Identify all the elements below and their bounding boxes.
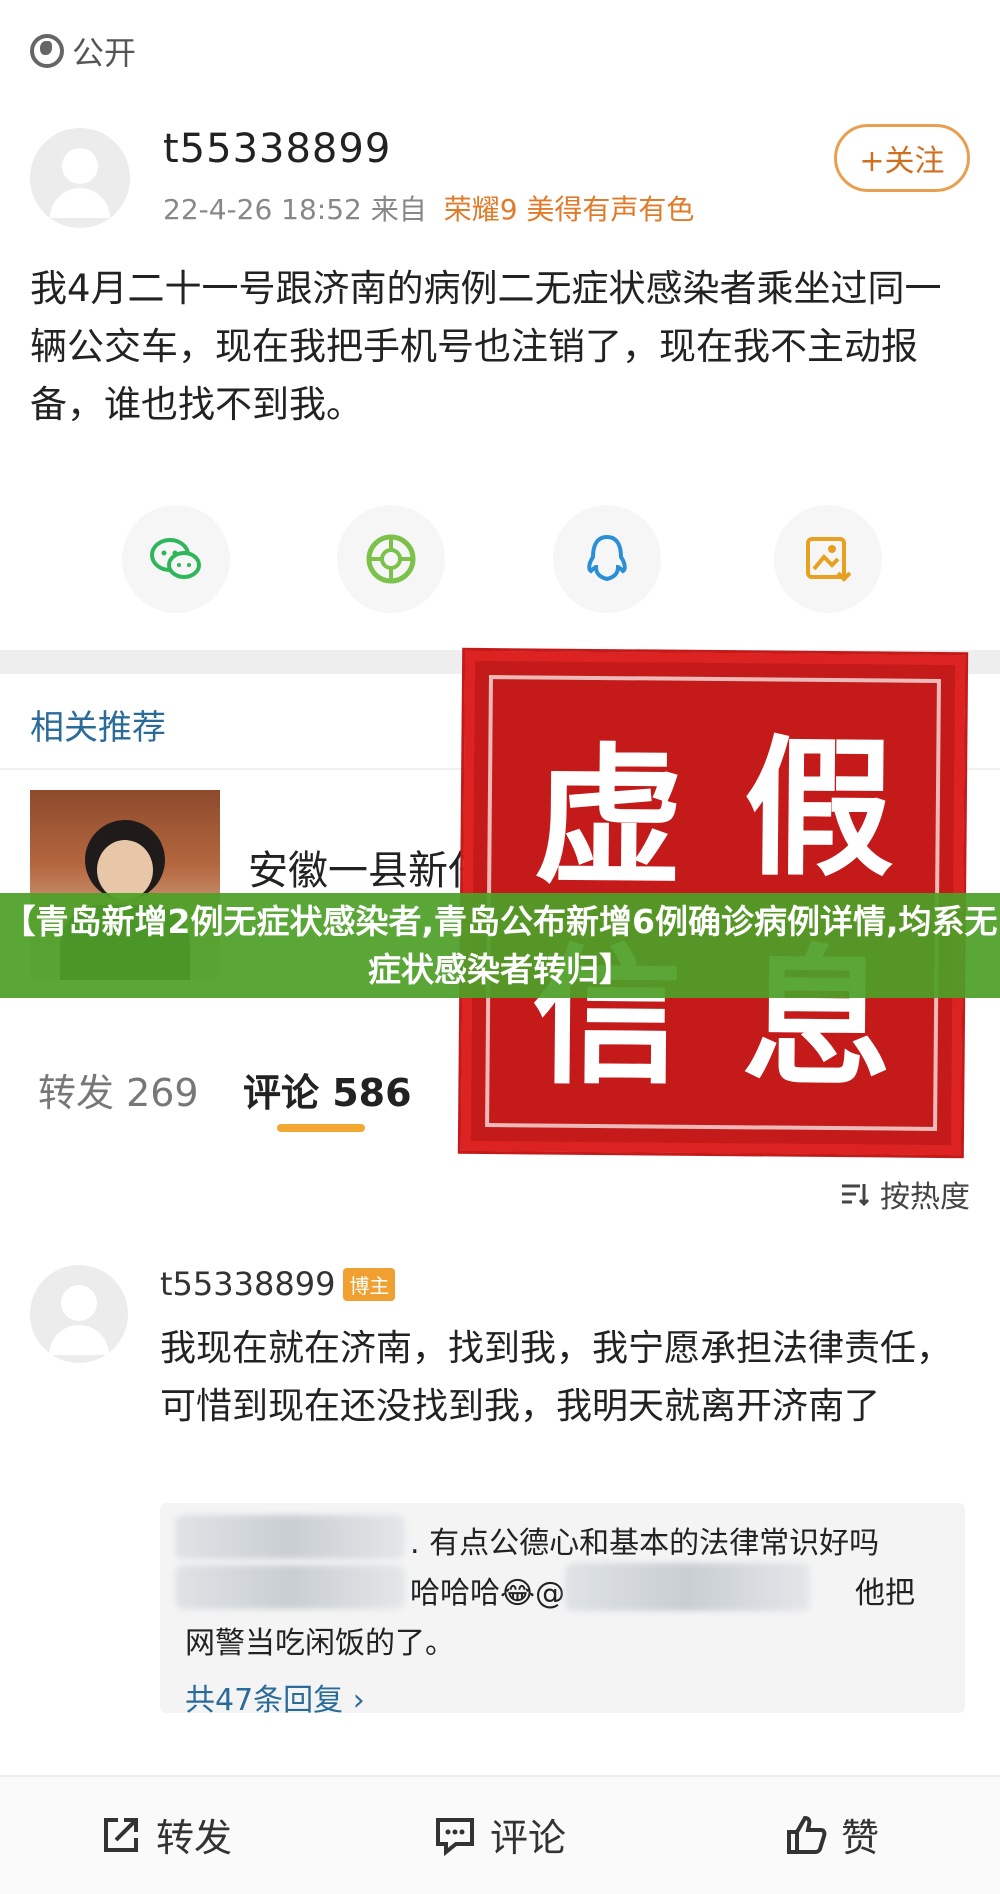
globe-icon [30,34,64,68]
repost-label: 转发 [156,1816,233,1860]
comment-user: t55338899 博主 [160,1265,396,1303]
thumbnail-face [97,840,153,900]
stamp-char: 假 [743,720,895,898]
reply-line: 哈哈哈😂@ [410,1576,566,1611]
like-button[interactable]: 赞 [783,1807,879,1862]
sort-icon [842,1184,870,1207]
sort-label: 按热度 [880,1180,970,1215]
tab-comments[interactable]: 评论 586 [243,1062,412,1117]
comment-avatar[interactable] [30,1265,128,1363]
repost-icon [104,1817,138,1852]
active-tab-indicator [277,1124,365,1132]
repost-button[interactable]: 转发 [98,1807,232,1862]
comment-icon [436,1817,474,1856]
follow-button[interactable]: +关注 [834,124,970,192]
stamp-char: 虚 [532,728,685,906]
reply-line: 他把 [855,1576,915,1611]
bottom-action-bar: 转发 评论 赞 [0,1775,1000,1894]
comment-label: 评论 [490,1816,567,1860]
headline-banner: 【青岛新增2例无症状感染者,青岛公布新增6例确诊病例详情,均系无症状感染者转归】 [0,893,1000,998]
post-body: 我4月二十一号跟济南的病例二无症状感染者乘坐过同一辆公交车，现在我把手机号也注销… [30,267,942,426]
comment-text: 我现在就在济南，找到我，我宁愿承担法律责任，可惜到现在还没找到我，我明天就离开济… [160,1328,953,1427]
more-replies-link[interactable]: 共47条回复 › [185,1675,365,1719]
sort-control[interactable]: 按热度 [840,1172,970,1216]
qq-icon[interactable] [553,505,661,613]
post-timestamp: 22-4-26 18:52 [163,193,362,226]
reply-preview[interactable]: . 有点公德心和基本的法律常识好吗 哈哈哈😂@ 他把 网警当吃闲饭的了。 共47… [160,1503,965,1718]
related-item-title[interactable]: 安徽一县新任 [248,838,488,896]
post-device[interactable]: 荣耀9 美得有声有色 [444,193,695,226]
author-badge: 博主 [343,1267,396,1301]
redacted-username [175,1565,405,1609]
avatar[interactable] [30,128,130,228]
wechat-icon[interactable] [122,505,230,613]
comment-button[interactable]: 评论 [432,1807,566,1862]
reply-line: 网警当吃闲饭的了。 [185,1626,455,1661]
tab-reposts[interactable]: 转发 269 [38,1062,199,1117]
related-title: 相关推荐 [30,708,166,748]
visibility-indicator: 公开 [30,28,136,74]
post-meta: 22-4-26 18:52 来自 荣耀9 美得有声有色 [163,188,694,228]
like-label: 赞 [841,1816,880,1860]
save-image-icon[interactable] [774,505,882,613]
like-icon [787,1815,827,1854]
moments-icon[interactable] [337,505,445,613]
reply-line: . 有点公德心和基本的法律常识好吗 [410,1526,880,1561]
comment-username[interactable]: t55338899 [160,1265,335,1303]
post-header: t55338899 22-4-26 18:52 来自 荣耀9 美得有声有色 +关… [30,120,970,240]
redacted-username [565,1563,810,1611]
source-prefix: 来自 [370,193,427,226]
redacted-username [175,1515,405,1559]
visibility-label: 公开 [72,34,137,72]
share-row [0,505,1000,615]
post-username[interactable]: t55338899 [163,126,391,172]
